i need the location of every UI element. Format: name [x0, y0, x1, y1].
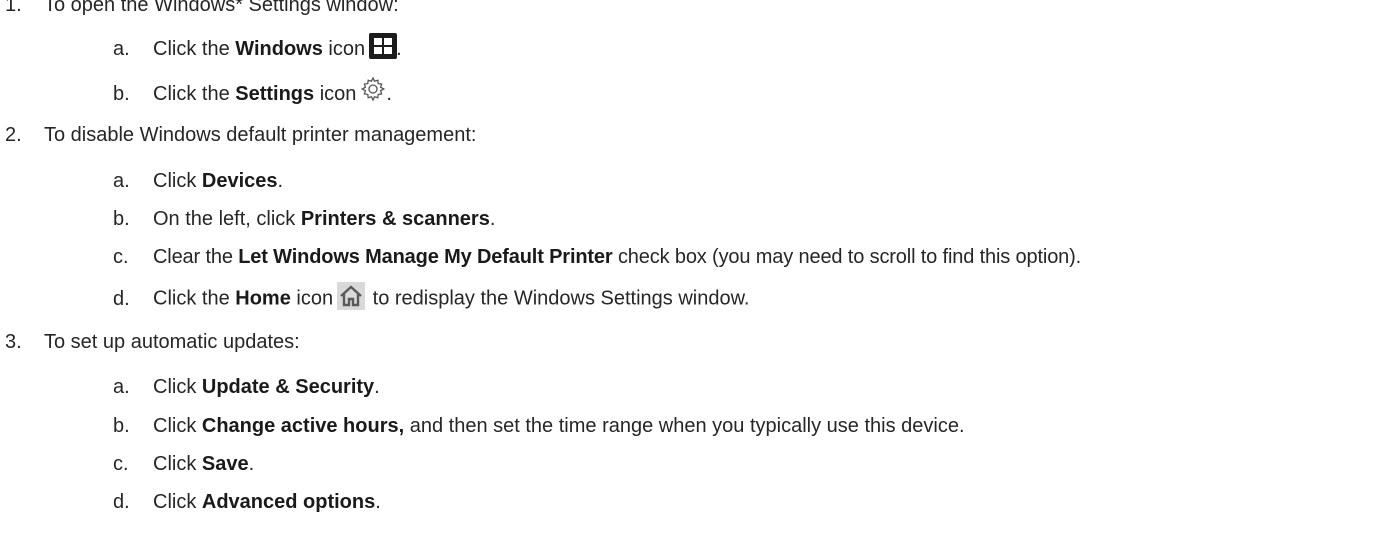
- substep-letter: c.: [113, 453, 129, 475]
- ui-term: Devices: [201, 170, 278, 192]
- step-number: 2.: [5, 124, 22, 146]
- substep-text: Click the Windows icon.: [153, 33, 402, 63]
- substep-text: Click the Home icon to redisplay the Win…: [153, 282, 750, 313]
- ui-term: Let Windows Manage My Default Printer: [238, 246, 613, 268]
- substep-text: Click Advanced options.: [153, 491, 381, 513]
- windows-logo-icon: [369, 33, 398, 60]
- substep-letter: b.: [113, 208, 130, 230]
- ui-term: Change active hours,: [201, 415, 405, 437]
- ui-term: Save: [201, 453, 249, 475]
- gear-icon: [361, 76, 386, 102]
- substep-letter: a.: [113, 376, 130, 398]
- substep-letter: c.: [113, 246, 129, 268]
- home-icon: [337, 282, 366, 310]
- substep-text: Click the Settings icon.: [153, 76, 392, 108]
- substep-text: Click Change active hours, and then set …: [153, 415, 965, 437]
- step-heading: To set up automatic updates:: [44, 331, 300, 353]
- step-heading: To open the Windows* Settings window:: [44, 0, 399, 16]
- substep-text: Click Devices.: [153, 170, 284, 192]
- substep-letter: d.: [113, 491, 130, 513]
- ui-term: Advanced options: [201, 491, 376, 513]
- substep-text: On the left, click Printers & scanners.: [153, 208, 496, 230]
- substep-text: Click Update & Security.: [153, 376, 380, 398]
- substep-letter: b.: [113, 415, 130, 437]
- ui-term: Printers & scanners: [300, 208, 490, 230]
- step-heading: To disable Windows default printer manag…: [44, 124, 477, 146]
- ui-term: Update & Security: [201, 376, 375, 398]
- ui-term: Settings: [235, 82, 315, 105]
- step-number: 1.: [5, 0, 22, 16]
- ui-term: Home: [235, 287, 291, 310]
- ui-term: Windows: [235, 37, 323, 60]
- substep-letter: a.: [113, 38, 130, 60]
- substep-text: Click Save.: [153, 453, 255, 475]
- substep-letter: d.: [113, 288, 130, 310]
- step-number: 3.: [5, 331, 22, 353]
- substep-text: Clear the Let Windows Manage My Default …: [153, 246, 1082, 268]
- substep-letter: a.: [113, 170, 130, 192]
- substep-letter: b.: [113, 83, 130, 105]
